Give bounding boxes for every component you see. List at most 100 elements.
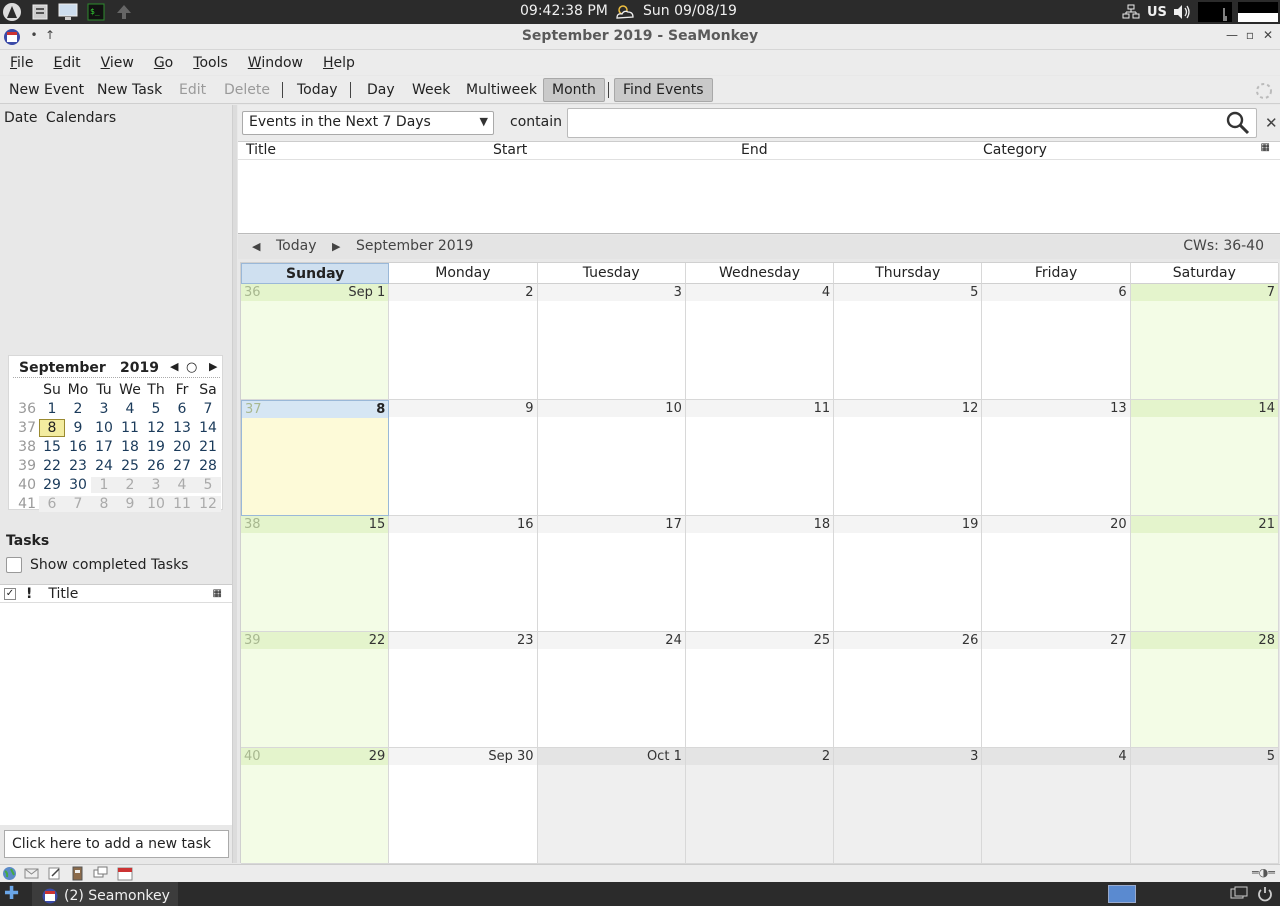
menu-file[interactable]: File (0, 55, 43, 71)
month-day-cell[interactable]: 18 (685, 516, 835, 632)
completed-column-checkbox-icon[interactable]: ✓ (4, 587, 16, 600)
menu-go[interactable]: Go (144, 55, 183, 71)
mini-calendar-day[interactable]: 1 (91, 476, 117, 493)
column-picker-icon[interactable]: ▦ (213, 588, 222, 599)
month-day-cell[interactable]: Sep 30 (389, 748, 538, 864)
globe-icon[interactable] (2, 866, 18, 881)
mail-icon[interactable] (24, 866, 40, 881)
search-icon[interactable] (1226, 111, 1250, 139)
month-day-cell[interactable]: 6 (982, 284, 1131, 400)
close-icon[interactable]: ✕ (1260, 28, 1276, 44)
close-icon[interactable]: ✕ (1265, 114, 1278, 132)
tab-calendars[interactable]: Calendars (46, 110, 116, 126)
today-circle-icon[interactable]: ○ (186, 360, 197, 375)
month-day-cell[interactable]: 2 (389, 284, 538, 400)
month-day-cell[interactable]: Oct 1 (537, 748, 686, 864)
month-day-cell[interactable]: 27 (982, 632, 1131, 748)
month-day-cell[interactable]: 3 (834, 748, 983, 864)
mini-calendar-day[interactable]: 6 (39, 495, 65, 512)
mini-calendar-day[interactable]: 27 (169, 458, 195, 474)
mini-calendar-day[interactable]: 2 (65, 401, 91, 417)
month-day-cell[interactable]: 24 (537, 632, 686, 748)
month-day-cell[interactable]: 36 Sep 1 (241, 284, 390, 400)
distro-logo-icon[interactable] (1, 2, 23, 22)
events-list[interactable] (238, 160, 1280, 234)
next-month-icon[interactable]: ▶ (209, 360, 217, 373)
mini-calendar-day[interactable]: 17 (91, 439, 117, 455)
menu-tools[interactable]: Tools (183, 55, 238, 71)
mini-calendar-day[interactable]: 1 (39, 401, 65, 417)
edit-button[interactable]: Edit (179, 78, 206, 102)
month-day-cell[interactable]: 13 (982, 400, 1131, 516)
prev-month-icon[interactable]: ◀ (252, 240, 260, 253)
mini-calendar-day[interactable]: 9 (65, 420, 91, 436)
next-month-icon[interactable]: ▶ (332, 240, 340, 253)
power-icon[interactable] (1256, 885, 1274, 906)
prev-month-icon[interactable]: ◀ (170, 360, 178, 373)
new-task-button[interactable]: New Task (97, 78, 162, 102)
mini-calendar-day[interactable]: 15 (39, 439, 65, 455)
add-launcher-icon[interactable]: ✚ (4, 884, 19, 904)
event-search-input[interactable] (567, 108, 1257, 138)
month-day-cell[interactable]: 5 (834, 284, 983, 400)
mini-calendar-day[interactable]: 3 (143, 476, 169, 493)
month-day-cell[interactable]: 17 (537, 516, 686, 632)
mini-calendar-day[interactable]: 5 (143, 401, 169, 417)
mini-calendar-day[interactable]: 23 (65, 458, 91, 474)
mini-calendar-day[interactable]: 4 (117, 401, 143, 417)
delete-button[interactable]: Delete (224, 78, 270, 102)
title-column-header[interactable]: Title (48, 586, 78, 602)
pane-splitter[interactable] (233, 105, 237, 863)
month-day-cell[interactable]: 4 (982, 748, 1131, 864)
month-day-cell[interactable]: 25 (685, 632, 835, 748)
mini-calendar-day[interactable]: 30 (65, 477, 91, 493)
month-day-cell[interactable]: 9 (389, 400, 538, 516)
mini-calendar-day[interactable]: 16 (65, 439, 91, 455)
mini-calendar-day[interactable]: 14 (195, 420, 221, 436)
mini-calendar-day[interactable]: 18 (117, 439, 143, 455)
menu-view[interactable]: View (91, 55, 144, 71)
month-day-cell[interactable]: 4 (685, 284, 835, 400)
show-completed-checkbox[interactable] (6, 557, 22, 573)
address-book-icon[interactable] (70, 866, 86, 881)
mini-calendar-day[interactable]: 13 (169, 420, 195, 436)
minimize-icon[interactable]: — (1224, 28, 1240, 44)
month-day-cell[interactable]: 39 22 (241, 632, 390, 748)
month-day-cell[interactable]: 37 8 (241, 400, 390, 516)
month-day-cell[interactable]: 2 (685, 748, 835, 864)
mini-calendar-day[interactable]: 12 (195, 495, 221, 512)
mini-calendar-day[interactable]: 26 (143, 458, 169, 474)
month-day-cell[interactable]: 40 29 (241, 748, 390, 864)
resize-grip-icon[interactable]: ═◑═ (1252, 866, 1275, 879)
month-today-button[interactable]: Today (276, 238, 317, 254)
mini-calendar-day[interactable]: 4 (169, 476, 195, 493)
monitor-icon[interactable] (57, 2, 79, 22)
mini-calendar-day[interactable]: 9 (117, 495, 143, 512)
volume-icon[interactable] (1172, 2, 1192, 22)
mini-calendar-day[interactable]: 2 (117, 476, 143, 493)
find-events-button[interactable]: Find Events (614, 78, 713, 102)
month-day-cell[interactable]: 11 (685, 400, 835, 516)
events-column-title[interactable]: Title (246, 142, 276, 158)
event-filter-select[interactable]: Events in the Next 7 Days ▼ (242, 111, 494, 135)
window-titlebar[interactable]: • ↑ September 2019 - SeaMonkey — ▫ ✕ (0, 24, 1280, 50)
mini-calendar-day[interactable]: 5 (195, 476, 221, 493)
month-day-cell[interactable]: 14 (1130, 400, 1279, 516)
month-day-cell[interactable]: 3 (537, 284, 686, 400)
month-day-cell[interactable]: 26 (834, 632, 983, 748)
multiweek-view-button[interactable]: Multiweek (466, 78, 537, 102)
terminal-icon[interactable]: $_ (85, 2, 107, 22)
menu-edit[interactable]: Edit (43, 55, 90, 71)
mini-calendar-day[interactable]: 8 (39, 418, 65, 437)
month-day-cell[interactable]: 7 (1130, 284, 1279, 400)
events-column-category[interactable]: Category (983, 142, 1047, 158)
mini-calendar-day[interactable]: 21 (195, 439, 221, 455)
system-clock[interactable]: 09:42:38 PM (520, 3, 608, 19)
priority-column-header[interactable]: ! (26, 586, 32, 602)
maximize-icon[interactable]: ▫ (1242, 28, 1258, 44)
mini-calendar-day[interactable]: 7 (195, 401, 221, 417)
month-day-cell[interactable]: 12 (834, 400, 983, 516)
up-arrow-icon[interactable] (113, 2, 135, 22)
show-completed-tasks-toggle[interactable]: Show completed Tasks (6, 557, 188, 573)
month-day-cell[interactable]: 21 (1130, 516, 1279, 632)
